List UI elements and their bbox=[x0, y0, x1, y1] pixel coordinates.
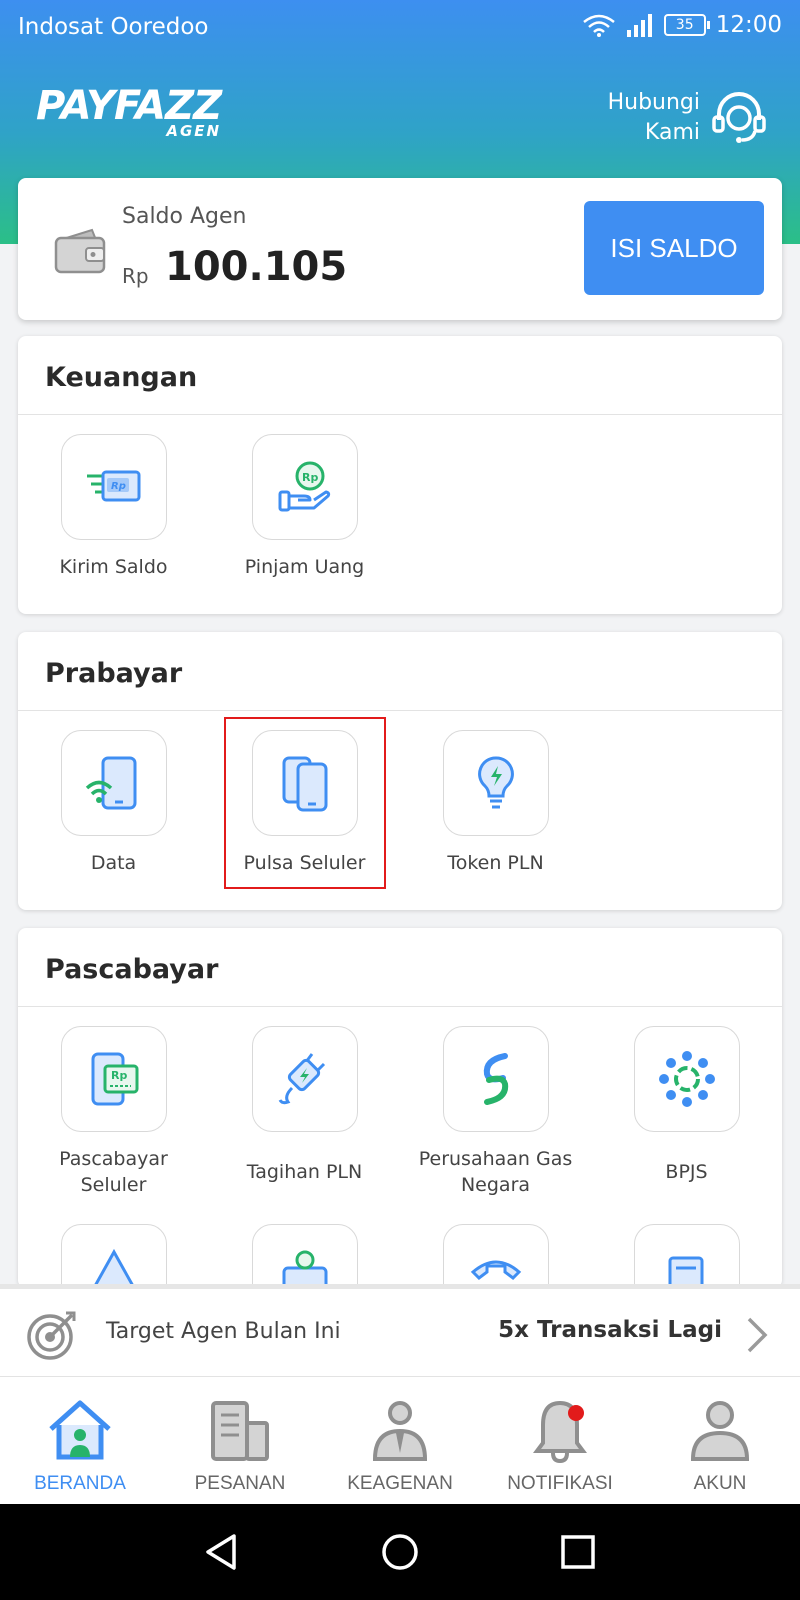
wifi-icon bbox=[582, 14, 615, 37]
tile-label: Pinjam Uang bbox=[244, 556, 365, 578]
power-plug-icon bbox=[278, 1053, 325, 1105]
tile-label: Perusahaan Gas Negara bbox=[400, 1146, 591, 1198]
home-icon bbox=[49, 1400, 111, 1460]
bottom-navigation: BERANDA PESANAN KEAGENAN NOTIFIKASI AKUN bbox=[0, 1376, 800, 1504]
tile-label: Pascabayar Seluler bbox=[18, 1146, 209, 1198]
loan-icon: Rp bbox=[278, 461, 330, 512]
nav-label: NOTIFIKASI bbox=[507, 1473, 613, 1494]
status-bar: Indosat Ooredoo 35 12:00 bbox=[0, 0, 800, 56]
balance-label: Saldo Agen bbox=[122, 204, 247, 229]
telephone-icon bbox=[470, 1260, 521, 1280]
tile-partial[interactable] bbox=[400, 1224, 591, 1288]
nav-akun[interactable]: AKUN bbox=[640, 1377, 800, 1505]
chevron-right-icon bbox=[747, 1317, 768, 1353]
section-title: Pascabayar bbox=[18, 928, 782, 1007]
contact-line-2: Kami bbox=[644, 120, 700, 145]
section-pascabayar: Pascabayar Rp Pascabayar Seluler Tagihan… bbox=[18, 928, 782, 1288]
tile-data[interactable]: Data bbox=[18, 730, 209, 876]
tile-label-line-2: Negara bbox=[460, 1174, 531, 1196]
monthly-target-bar[interactable]: Target Agen Bulan Ini 5x Transaksi Lagi bbox=[0, 1284, 800, 1376]
selection-highlight bbox=[224, 717, 386, 889]
globe-screen-icon bbox=[282, 1250, 327, 1288]
balance-currency: Rp bbox=[122, 264, 149, 288]
notification-badge bbox=[568, 1405, 584, 1421]
wallet-icon bbox=[54, 228, 106, 274]
home-circle-icon[interactable] bbox=[380, 1532, 420, 1572]
nav-label: AKUN bbox=[693, 1473, 747, 1494]
section-keuangan: Keuangan Rp Kirim Saldo Rp Pinjam Uang bbox=[18, 336, 782, 614]
target-label: Target Agen Bulan Ini bbox=[106, 1319, 341, 1344]
balance-card: Saldo Agen Rp 100.105 ISI SALDO bbox=[18, 178, 782, 320]
recent-apps-icon[interactable] bbox=[558, 1532, 598, 1572]
account-icon bbox=[690, 1401, 750, 1461]
tile-partial[interactable] bbox=[591, 1224, 782, 1288]
tile-bpjs[interactable]: BPJS bbox=[591, 1026, 782, 1185]
tile-partial[interactable] bbox=[18, 1224, 209, 1288]
mobile-data-icon bbox=[85, 756, 136, 810]
bpjs-icon bbox=[658, 1051, 715, 1107]
lightbulb-icon bbox=[477, 756, 514, 809]
contact-line-1: Hubungi bbox=[607, 90, 700, 115]
postpaid-phone-icon: Rp bbox=[91, 1052, 138, 1106]
svg-text:Rp: Rp bbox=[111, 481, 126, 492]
bill-icon bbox=[668, 1256, 703, 1288]
tile-pascabayar-seluler[interactable]: Rp Pascabayar Seluler bbox=[18, 1026, 209, 1198]
payfazz-logo: PAYFAZZ AGEN bbox=[36, 83, 222, 140]
section-prabayar: Prabayar Data Pulsa Seluler Token PLN bbox=[18, 632, 782, 910]
tile-perusahaan-gas-negara[interactable]: Perusahaan Gas Negara bbox=[400, 1026, 591, 1198]
balance-amount: 100.105 bbox=[165, 244, 348, 290]
tile-label: BPJS bbox=[665, 1161, 708, 1183]
back-icon[interactable] bbox=[202, 1532, 242, 1572]
tile-label-line-1: Perusahaan Gas bbox=[418, 1148, 573, 1170]
tile-partial[interactable] bbox=[209, 1224, 400, 1288]
status-time: 12:00 bbox=[715, 12, 782, 38]
tile-label: Token PLN bbox=[447, 852, 544, 874]
section-title: Keuangan bbox=[18, 336, 782, 415]
tile-tagihan-pln[interactable]: Tagihan PLN bbox=[209, 1026, 400, 1185]
triangle-icon bbox=[91, 1248, 136, 1288]
gas-icon bbox=[483, 1053, 508, 1105]
target-icon bbox=[27, 1311, 76, 1360]
nav-beranda[interactable]: BERANDA bbox=[0, 1377, 160, 1505]
nav-keagenan[interactable]: KEAGENAN bbox=[320, 1377, 480, 1505]
send-money-icon: Rp bbox=[86, 470, 140, 502]
orders-icon bbox=[211, 1401, 269, 1461]
tile-label: Kirim Saldo bbox=[59, 556, 168, 578]
contact-us-link[interactable]: Hubungi Kami bbox=[608, 88, 700, 148]
logo-text: PAYFAZZ bbox=[36, 83, 222, 129]
svg-text:Rp: Rp bbox=[111, 1069, 127, 1082]
tile-pinjam-uang[interactable]: Rp Pinjam Uang bbox=[209, 434, 400, 580]
nav-label: PESANAN bbox=[194, 1473, 286, 1494]
system-navigation-bar bbox=[0, 1504, 800, 1600]
bell-icon bbox=[533, 1400, 587, 1464]
headset-icon[interactable] bbox=[710, 88, 768, 146]
tile-label-line-2: Seluler bbox=[80, 1174, 147, 1196]
nav-label: KEAGENAN bbox=[347, 1473, 453, 1494]
target-value: 5x Transaksi Lagi bbox=[498, 1317, 722, 1343]
carrier-name: Indosat Ooredoo bbox=[18, 14, 209, 40]
tile-label-line-1: Pascabayar bbox=[59, 1148, 168, 1170]
tile-label: Data bbox=[90, 852, 137, 874]
topup-button[interactable]: ISI SALDO bbox=[584, 201, 764, 295]
tile-kirim-saldo[interactable]: Rp Kirim Saldo bbox=[18, 434, 209, 580]
signal-icon bbox=[626, 14, 652, 37]
svg-text:Rp: Rp bbox=[302, 471, 318, 484]
nav-notifikasi[interactable]: NOTIFIKASI bbox=[480, 1377, 640, 1505]
battery-indicator: 35 bbox=[663, 14, 710, 36]
nav-label: BERANDA bbox=[34, 1473, 126, 1494]
agent-icon bbox=[372, 1401, 428, 1461]
tile-label: Tagihan PLN bbox=[246, 1161, 363, 1183]
tile-token-pln[interactable]: Token PLN bbox=[400, 730, 591, 876]
nav-pesanan[interactable]: PESANAN bbox=[160, 1377, 320, 1505]
section-title: Prabayar bbox=[18, 632, 782, 711]
